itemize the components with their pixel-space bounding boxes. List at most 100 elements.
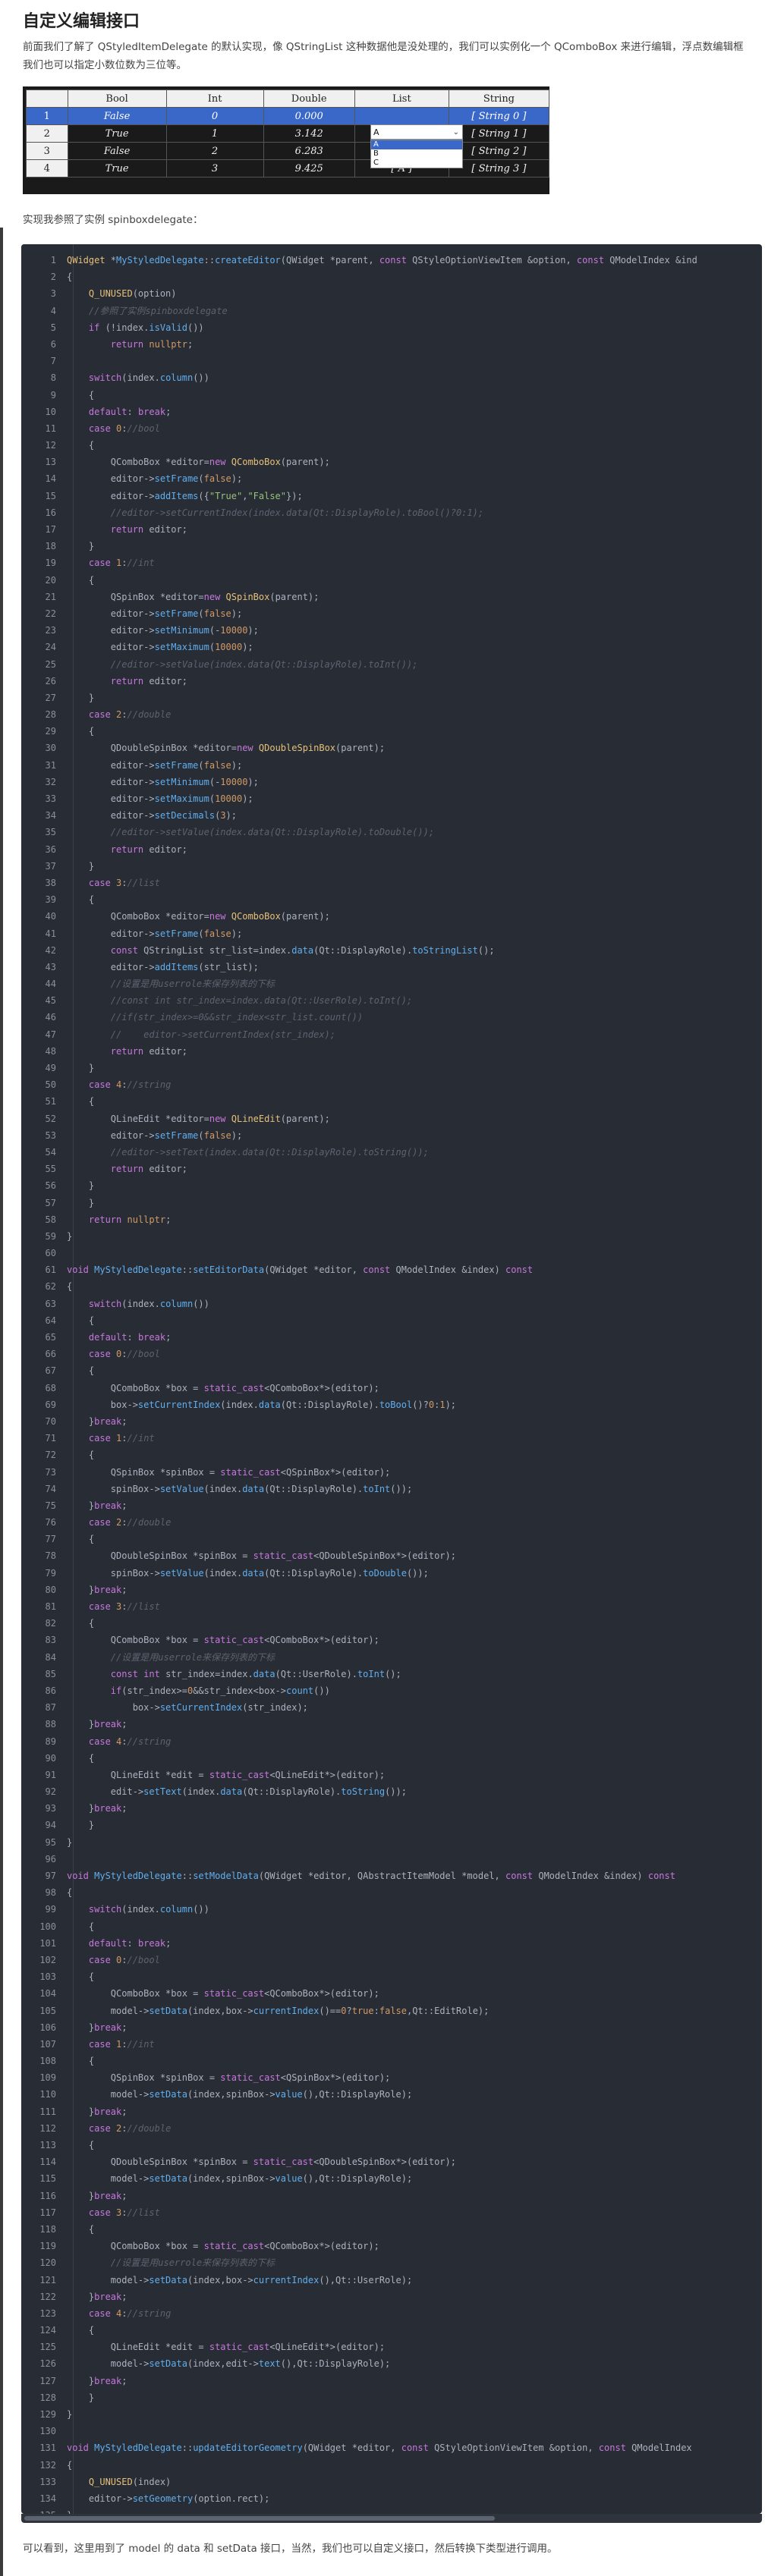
code-line: 71 case 1://int: [21, 1430, 762, 1447]
code-line: 8 switch(index.column()): [21, 369, 762, 386]
line-number: 69: [45, 1399, 56, 1410]
line-number: 115: [39, 2173, 56, 2185]
line-number: 23: [45, 625, 56, 636]
code-line: 107 case 1://int: [21, 2036, 762, 2053]
code-line: 16 //editor->setCurrentIndex(index.data(…: [21, 504, 762, 521]
line-number: 79: [45, 1567, 56, 1579]
demo-table-screenshot: Bool Int Double List String 1 False 0 0.…: [23, 86, 550, 194]
code-line: 41 editor->setFrame(false);: [21, 925, 762, 942]
line-number: 102: [39, 1954, 56, 1965]
code-line: 72 {: [21, 1447, 762, 1463]
line-number: 18: [45, 541, 56, 552]
intro-paragraph: 前面我们了解了 QStyledItemDelegate 的默认实现，像 QStr…: [23, 41, 744, 71]
table-cell: [ String 3 ]: [448, 159, 550, 177]
code-line: 73 QSpinBox *spinBox = static_cast<QSpin…: [21, 1464, 762, 1481]
code-line: 34 editor->setDecimals(3);: [21, 807, 762, 824]
code-line: 133 Q_UNUSED(index): [21, 2474, 762, 2490]
line-number: 36: [45, 843, 56, 855]
code-line: 40 QComboBox *editor=new QComboBox(paren…: [21, 908, 762, 925]
code-line: 128 }: [21, 2389, 762, 2406]
line-number: 44: [45, 979, 56, 990]
line-number: 128: [39, 2392, 56, 2403]
code-line: 56 }: [21, 1177, 762, 1194]
code-line: 95}: [21, 1834, 762, 1851]
scrollbar-thumb[interactable]: [24, 2516, 495, 2521]
code-line: 67 {: [21, 1362, 762, 1379]
line-number: 20: [45, 574, 56, 586]
line-number: 34: [45, 810, 56, 821]
table-cell: [ String 2 ]: [448, 142, 550, 160]
line-number: 133: [39, 2476, 56, 2487]
line-number: 16: [45, 507, 56, 518]
code-block[interactable]: 1 QWidget *MyStyledDelegate::createEditor…: [21, 244, 762, 2514]
line-number: 71: [45, 1433, 56, 1444]
line-number: 91: [45, 1769, 56, 1780]
code-line: 101 default: break;: [21, 1935, 762, 1952]
line-number: 63: [45, 1298, 56, 1309]
code-line: 66 case 0://bool: [21, 1346, 762, 1362]
line-number: 42: [45, 944, 56, 956]
line-number: 126: [39, 2358, 56, 2370]
code-horizontal-scrollbar[interactable]: [21, 2514, 762, 2523]
line-number: 40: [45, 911, 56, 922]
table-row: 4 True 3 9.425 [ A ] [ String 3 ]: [26, 159, 550, 177]
line-number: 82: [45, 1618, 56, 1629]
line-number: 10: [45, 406, 56, 417]
line-number: 6: [50, 338, 56, 350]
line-number: 104: [39, 1988, 56, 2000]
line-number: 96: [45, 1853, 56, 1864]
line-number: 110: [39, 2089, 56, 2100]
code-line: 80 }break;: [21, 1582, 762, 1598]
line-number: 41: [45, 928, 56, 939]
code-line: 118 {: [21, 2221, 762, 2238]
table-row: 3 False 2 6.283 [ String 2 ]: [26, 142, 550, 160]
line-number: 29: [45, 726, 56, 737]
code-line: 59}: [21, 1228, 762, 1245]
line-number: 61: [45, 1264, 56, 1276]
code-line: 28 case 2://double: [21, 706, 762, 723]
line-number: 135: [21, 2507, 67, 2514]
line-number: 120: [39, 2257, 56, 2269]
code-content: 1 QWidget *MyStyledDelegate::createEditor…: [21, 252, 762, 2514]
combo-value: A: [373, 127, 379, 137]
code-line: 120 //设置是用userrole来保存列表的下标: [21, 2254, 762, 2271]
line-number: 75: [45, 1500, 56, 1511]
line-number: 80: [45, 1584, 56, 1595]
article: 自定义编辑接口 前面我们了解了 QStyledItemDelegate 的默认实…: [0, 0, 765, 2576]
code-line: 62{: [21, 1278, 762, 1295]
code-line: 36 return editor;: [21, 841, 762, 858]
code-line: 69 box->setCurrentIndex(index.data(Qt::D…: [21, 1396, 762, 1413]
line-number: 26: [45, 675, 56, 686]
code-line: 12 {: [21, 437, 762, 454]
code-line: 124 {: [21, 2322, 762, 2339]
line-number: 24: [45, 642, 56, 653]
line-number: 53: [45, 1129, 56, 1141]
code-line: 58 return nullptr;: [21, 1211, 762, 1228]
line-number: 108: [39, 2056, 56, 2067]
line-number: 131: [39, 2442, 56, 2454]
combo-dropdown: A B C: [370, 140, 463, 168]
code-line: 64 {: [21, 1312, 762, 1329]
line-number: 5: [50, 322, 56, 333]
code-line: 52 QLineEdit *editor=new QLineEdit(paren…: [21, 1111, 762, 1127]
code-line: 50 case 4://string: [21, 1076, 762, 1093]
code-line: 114 QDoubleSpinBox *spinBox = static_cas…: [21, 2153, 762, 2170]
line-number: 113: [39, 2140, 56, 2150]
line-number: 112: [39, 2122, 56, 2134]
line-number: 62: [45, 1281, 56, 1293]
code-line: 20 {: [21, 572, 762, 589]
table-cell: 0.000: [263, 107, 355, 125]
code-line: 105 model->setData(index,box->currentInd…: [21, 2003, 762, 2019]
column-header: List: [354, 90, 449, 108]
code-line: 134 editor->setGeometry(option.rect);: [21, 2490, 762, 2507]
line-number: 101: [39, 1937, 56, 1949]
line-number: 132: [39, 2459, 56, 2471]
line-number: 114: [39, 2157, 56, 2168]
line-number: 130: [39, 2426, 56, 2437]
list-combobox-editor: A ⌄: [370, 124, 463, 140]
line-number: 49: [45, 1063, 56, 1073]
code-line: 33 editor->setMaximum(10000);: [21, 790, 762, 807]
code-line: 88 }break;: [21, 1716, 762, 1733]
line-number: 11: [45, 423, 56, 434]
line-number: 39: [45, 894, 56, 906]
